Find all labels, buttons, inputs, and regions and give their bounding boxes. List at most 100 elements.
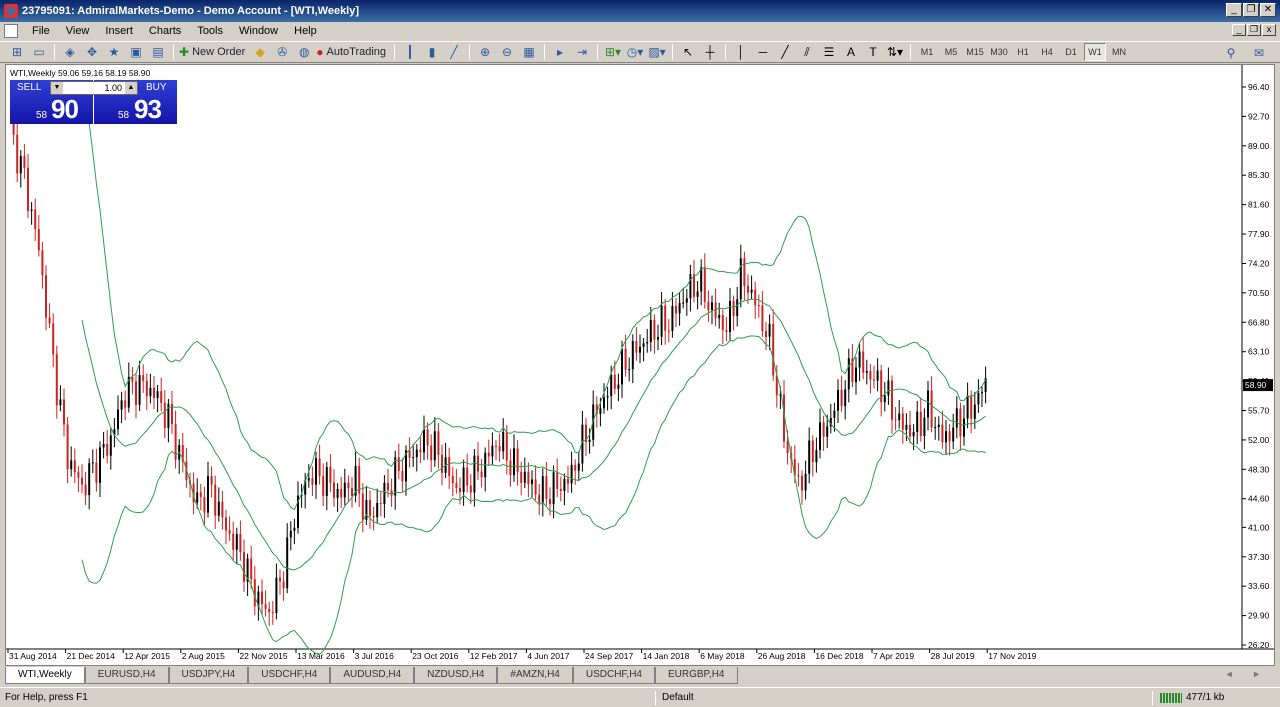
menu-file[interactable]: File (24, 25, 58, 37)
horizontal-line-button[interactable]: ─ (753, 43, 773, 61)
trendline-button[interactable]: ╱ (775, 43, 795, 61)
candle-body (927, 390, 929, 418)
candle-body (588, 439, 591, 443)
timeframe-mn-button[interactable]: MN (1108, 43, 1130, 61)
chart-restore-button[interactable]: ❐ (1247, 24, 1261, 36)
timeframe-d1-button[interactable]: D1 (1060, 43, 1082, 61)
menu-charts[interactable]: Charts (141, 25, 189, 37)
new-order-button[interactable]: ✚ New Order (179, 43, 248, 61)
chat-button[interactable]: ✉ (1249, 44, 1269, 62)
tab-eurusd-h4[interactable]: EURUSD,H4 (84, 667, 169, 684)
horizontal-line-icon: ─ (758, 45, 768, 59)
candle-body (361, 493, 364, 520)
candle-body (120, 400, 123, 410)
tab-usdjpy-h4[interactable]: USDJPY,H4 (168, 667, 249, 684)
tab-scroll-arrows[interactable]: ◄ ► (1225, 669, 1269, 679)
menu-insert[interactable]: Insert (97, 25, 141, 37)
bar-chart-button[interactable]: ┃ (400, 43, 420, 61)
minimize-button[interactable]: _ (1226, 3, 1242, 17)
candle-body (815, 450, 818, 463)
templates-button[interactable]: ▨▾ (647, 43, 667, 61)
restore-button[interactable]: ❐ (1243, 3, 1259, 17)
timeframe-h4-button[interactable]: H4 (1036, 43, 1058, 61)
timeframe-m15-button[interactable]: M15 (964, 43, 986, 61)
navigator-button[interactable]: ★ (104, 43, 124, 61)
candle-body (505, 431, 508, 461)
search-button[interactable]: ⚲ (1221, 44, 1241, 62)
time-tick-label: 31 Aug 2014 (9, 651, 57, 661)
lot-size-field[interactable]: ▼ 1.00 ▲ (50, 81, 138, 95)
terminal-button[interactable]: ▣ (126, 43, 146, 61)
tab-wti-weekly[interactable]: WTI,Weekly (5, 667, 85, 684)
arrows-button[interactable]: ⇅▾ (885, 43, 905, 61)
channel-button[interactable]: ⫽ (797, 43, 817, 61)
menu-window[interactable]: Window (231, 25, 286, 37)
fibonacci-button[interactable]: ☰ (819, 43, 839, 61)
tab-nzdusd-h4[interactable]: NZDUSD,H4 (414, 667, 498, 684)
clock-icon: ◷▾ (626, 45, 644, 59)
candle-body (311, 478, 314, 485)
chart-shift-button[interactable]: ⇥ (572, 43, 592, 61)
candle-body (840, 389, 843, 407)
vertical-line-button[interactable]: │ (731, 43, 751, 61)
auto-scroll-button[interactable]: ▸ (550, 43, 570, 61)
tab-usdchf-h4-2[interactable]: USDCHF,H4 (572, 667, 655, 684)
candle-body (221, 501, 224, 518)
indicators-button[interactable]: ⊞▾ (603, 43, 623, 61)
tab-audusd-h4[interactable]: AUDUSD,H4 (330, 667, 415, 684)
text-button[interactable]: A (841, 43, 861, 61)
tile-windows-button[interactable]: ▦ (519, 43, 539, 61)
candle-body (336, 488, 339, 498)
buy-price-prefix: 58 (118, 110, 130, 121)
candle-body (333, 482, 335, 498)
tab-usdchf-h4[interactable]: USDCHF,H4 (248, 667, 331, 684)
timeframe-m30-button[interactable]: M30 (988, 43, 1010, 61)
zoom-out-button[interactable]: ⊖ (497, 43, 517, 61)
line-chart-button[interactable]: ╱ (444, 43, 464, 61)
new-chart-button[interactable]: ⊞ (7, 43, 27, 61)
market-button[interactable]: ✇ (272, 43, 292, 61)
toolbar: ⊞ ▭ ◈ ✥ ★ ▣ ▤ ✚ New Order ◆ ✇ ◍ ● AutoTr… (0, 41, 1280, 63)
text-label-button[interactable]: T (863, 43, 883, 61)
timeframe-h1-button[interactable]: H1 (1012, 43, 1034, 61)
candle-body (703, 267, 706, 302)
timeframe-w1-button[interactable]: W1 (1084, 43, 1107, 61)
metaeditor-button[interactable]: ◆ (250, 43, 270, 61)
cursor-button[interactable]: ↖ (678, 43, 698, 61)
price-tick-label: 41.00 (1248, 522, 1270, 532)
cursor-icon: ↖ (683, 45, 694, 59)
tab-amzn-h4[interactable]: #AMZN,H4 (497, 667, 573, 684)
autotrading-button[interactable]: ● AutoTrading (316, 43, 389, 61)
price-chart[interactable]: 96.40 92.70 89.00 85.30 81.60 77.90 74.20 70.50… (6, 65, 1274, 665)
chart-minimize-button[interactable]: _ (1232, 24, 1246, 36)
strategy-tester-button[interactable]: ▤ (148, 43, 168, 61)
periods-button[interactable]: ◷▾ (625, 43, 645, 61)
market-watch-button[interactable]: ◈ (60, 43, 80, 61)
timeframe-m1-button[interactable]: M1 (916, 43, 938, 61)
close-button[interactable]: ✕ (1260, 3, 1276, 17)
signals-button[interactable]: ◍ (294, 43, 314, 61)
candle-body (660, 305, 663, 338)
candle-body (225, 517, 227, 531)
chart-window[interactable]: 96.40 92.70 89.00 85.30 81.60 77.90 74.20 70.50… (5, 64, 1275, 666)
lot-size-value[interactable]: 1.00 (63, 83, 125, 93)
menu-view[interactable]: View (58, 25, 98, 37)
timeframe-m5-button[interactable]: M5 (940, 43, 962, 61)
tab-eurgbp-h4[interactable]: EURGBP,H4 (654, 667, 738, 684)
menu-tools[interactable]: Tools (189, 25, 231, 37)
candle-body (617, 384, 620, 389)
zoom-in-button[interactable]: ⊕ (475, 43, 495, 61)
menu-help[interactable]: Help (286, 25, 325, 37)
lot-increase-button[interactable]: ▲ (125, 82, 137, 94)
candle-body (981, 392, 983, 394)
candle-body (207, 476, 209, 513)
price-tick-label: 81.60 (1248, 200, 1270, 210)
lot-decrease-button[interactable]: ▼ (51, 82, 63, 94)
crosshair-button[interactable]: ┼ (700, 43, 720, 61)
data-window-button[interactable]: ✥ (82, 43, 102, 61)
profiles-button[interactable]: ▭ (29, 43, 49, 61)
chart-close-button[interactable]: x (1262, 24, 1276, 36)
candlestick-button[interactable]: ▮ (422, 43, 442, 61)
candle-body (214, 484, 217, 516)
toolbar-separator (910, 44, 912, 60)
